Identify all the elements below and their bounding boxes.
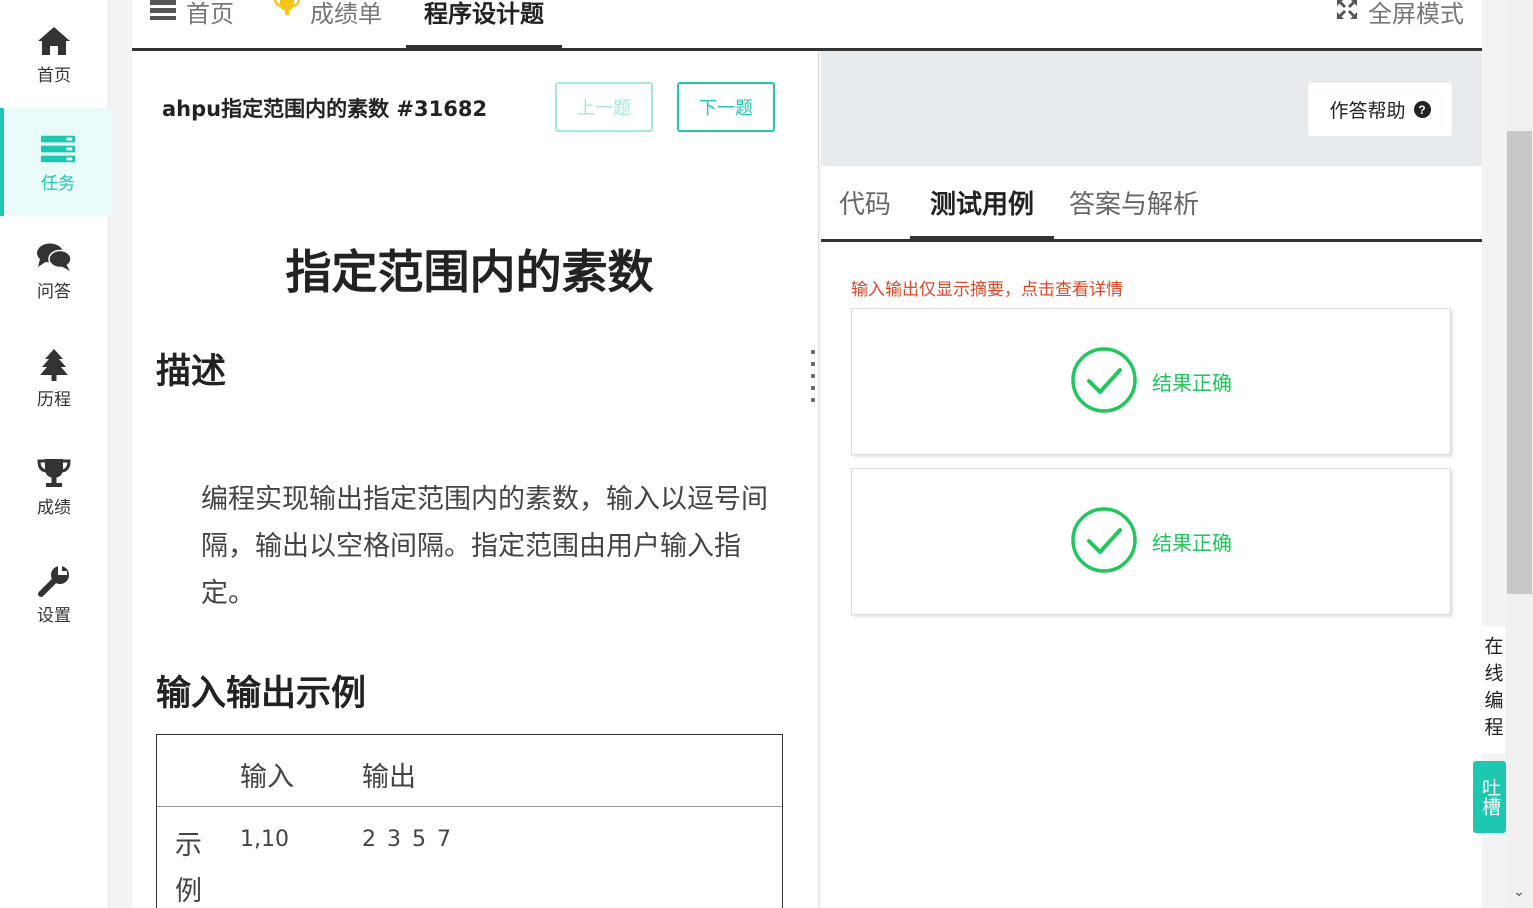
online-coding-label: 在线编程: [1481, 636, 1504, 744]
trophy-icon: [36, 455, 72, 491]
sidebar-item-home[interactable]: 首页: [0, 0, 108, 108]
tab-home[interactable]: 首页: [150, 0, 234, 48]
test-case-result: 结果正确: [1152, 531, 1232, 555]
table-cell-input: 1,10: [240, 827, 289, 852]
page-scrollbar[interactable]: [1506, 0, 1533, 908]
tab-label: 成绩单: [310, 0, 382, 28]
answer-help-button[interactable]: 作答帮助 ?: [1308, 83, 1452, 136]
tab-answer-analysis[interactable]: 答案与解析: [1069, 166, 1199, 239]
test-case-result: 结果正确: [1152, 371, 1232, 395]
table-cell-output: 2 3 5 7: [362, 827, 453, 852]
sidebar-item-label: 任务: [41, 173, 75, 194]
check-circle-icon: [1070, 506, 1138, 578]
sidebar-item-grades[interactable]: 成绩: [0, 432, 108, 540]
problem-panel: ahpu指定范围内的素数 #31682 上一题 下一题 指定范围内的素数 描述 …: [132, 51, 819, 908]
problem-description: 编程实现输出指定范围内的素数，输入以逗号间隔，输出以空格间隔。指定范围由用户输入…: [201, 484, 768, 609]
next-problem-button[interactable]: 下一题: [677, 82, 775, 132]
online-coding-widget[interactable]: 在线编程: [1479, 626, 1505, 754]
sidebar-item-label: 问答: [37, 281, 71, 302]
answer-tabs: 代码 测试用例 答案与解析: [821, 166, 1482, 242]
test-case-card[interactable]: 结果正确: [851, 308, 1451, 455]
help-label: 作答帮助: [1329, 101, 1406, 122]
description-heading: 描述: [156, 352, 227, 392]
trophy-icon: [273, 0, 301, 24]
fullscreen-button[interactable]: 全屏模式: [1336, 0, 1464, 40]
sidebar-item-settings[interactable]: 设置: [0, 540, 108, 648]
tab-code[interactable]: 代码: [839, 166, 891, 239]
io-example-table: 输入 输出 示例 1,10 2 3 5 7: [156, 734, 783, 908]
chat-icon: [36, 239, 72, 275]
sidebar-item-label: 首页: [37, 65, 71, 86]
tab-test-cases[interactable]: 测试用例: [910, 166, 1055, 242]
home-icon: [36, 23, 72, 59]
top-bar: 首页 成绩单 程序设计题 全屏模式: [132, 0, 1482, 51]
answer-panel: 作答帮助 ? 代码 测试用例 答案与解析 输入输出仅显示摘要，点击查看详情 结果…: [821, 51, 1482, 908]
scroll-down-arrow-icon[interactable]: ⌄: [1508, 884, 1530, 904]
tab-label: 首页: [186, 0, 234, 28]
left-sidebar: 首页 任务 问答 历程 成绩 设置: [0, 0, 112, 908]
server-icon: [150, 0, 176, 26]
feedback-label: 吐槽: [1479, 778, 1501, 816]
io-summary-notice: 输入输出仅显示摘要，点击查看详情: [851, 280, 1123, 300]
sidebar-item-history[interactable]: 历程: [0, 324, 108, 432]
wrench-icon: [36, 563, 72, 599]
prev-problem-button[interactable]: 上一题: [555, 82, 653, 132]
expand-icon: [1336, 0, 1358, 26]
sidebar-item-label: 历程: [37, 389, 71, 410]
problem-header: ahpu指定范围内的素数 #31682: [162, 97, 488, 121]
sidebar-item-label: 成绩: [37, 497, 71, 518]
tab-programming[interactable]: 程序设计题: [406, 0, 562, 51]
tab-transcript[interactable]: 成绩单: [273, 0, 382, 48]
answer-toolbar: 作答帮助 ?: [821, 51, 1482, 166]
feedback-button[interactable]: 吐槽: [1473, 761, 1506, 833]
sidebar-item-label: 设置: [37, 605, 71, 626]
panel-splitter[interactable]: [810, 350, 816, 402]
scrollbar-thumb[interactable]: [1507, 131, 1532, 594]
check-circle-icon: [1070, 346, 1138, 418]
question-icon: ?: [1413, 101, 1431, 118]
sidebar-item-tasks[interactable]: 任务: [0, 108, 112, 216]
sidebar-item-qa[interactable]: 问答: [0, 216, 108, 324]
tab-label: 程序设计题: [424, 0, 544, 28]
test-case-card[interactable]: 结果正确: [851, 468, 1451, 615]
problem-title: 指定范围内的素数: [285, 245, 654, 299]
table-header: 输入 输出: [157, 735, 782, 807]
tree-icon: [36, 347, 72, 383]
fullscreen-label: 全屏模式: [1368, 0, 1464, 28]
column-header-output: 输出: [362, 762, 416, 793]
io-example-heading: 输入输出示例: [156, 674, 367, 714]
tasks-icon: [40, 131, 76, 167]
column-header-input: 输入: [240, 762, 294, 793]
table-row-label: 示例: [175, 830, 202, 907]
